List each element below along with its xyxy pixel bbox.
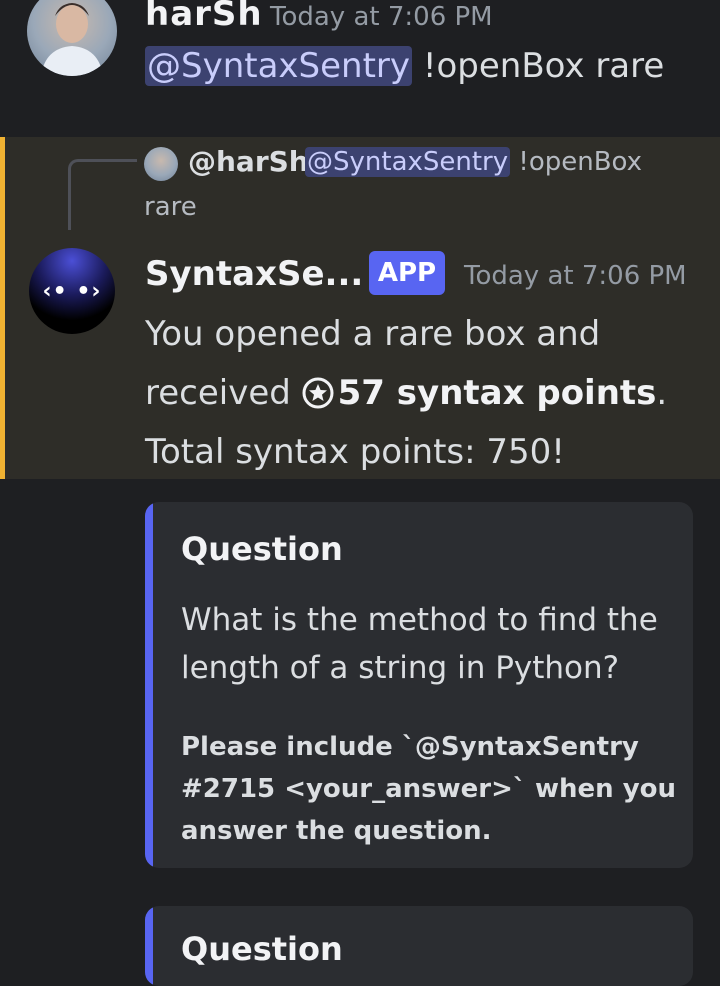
embed2-accent-bar [145, 906, 153, 986]
reply-command: !openBox [510, 147, 643, 177]
content-line-1: You opened a rare box and [145, 314, 601, 354]
reply-preview[interactable]: @SyntaxSentry !openBox [305, 147, 642, 177]
embed-accent-bar [145, 502, 153, 868]
bot-message-content: You opened a rare box and received 57 sy… [145, 305, 705, 482]
user-avatar[interactable] [27, 0, 117, 76]
embed-title: Question [181, 530, 343, 568]
bot-face-icon: ‹• •› [42, 278, 102, 304]
bot-username[interactable]: SyntaxSe... [145, 254, 363, 294]
avatar-portrait-icon [41, 3, 103, 76]
message-bot-highlighted: @harSh @SyntaxSentry !openBox rare ‹• •›… [0, 137, 720, 479]
bot-avatar[interactable]: ‹• •› [29, 248, 115, 334]
content-line-2: received 57 syntax points. [145, 364, 705, 423]
received-text: received [145, 373, 302, 413]
reply-preview-cont: rare [144, 192, 197, 222]
mention-syntaxsentry[interactable]: @SyntaxSentry [145, 46, 413, 86]
message-harsh: harSh Today at 7:06 PM @SyntaxSentry !op… [0, 0, 720, 120]
username[interactable]: harSh [145, 0, 263, 34]
message-content: @SyntaxSentry !openBox rare [145, 46, 664, 86]
highlight-bar [0, 137, 5, 479]
question-embed-2: Question [145, 906, 693, 986]
points-bold: 57 syntax points [337, 373, 657, 413]
star-emoji-icon [302, 377, 334, 409]
command-text: !openBox rare [412, 46, 665, 86]
reply-avatar[interactable] [144, 147, 178, 181]
reply-username[interactable]: @harSh [188, 145, 309, 178]
app-badge: APP [369, 251, 445, 295]
embed2-title: Question [181, 930, 343, 968]
question-embed: Question What is the method to find the … [145, 502, 693, 868]
period: . [656, 373, 668, 413]
bot-timestamp: Today at 7:06 PM [464, 261, 687, 291]
embed-instructions: Please include `@SyntaxSentry #2715 <you… [181, 732, 677, 846]
reply-connector [68, 159, 137, 230]
timestamp: Today at 7:06 PM [270, 2, 493, 32]
embed-description: What is the method to find the length of… [181, 602, 658, 686]
content-line-3: Total syntax points: 750! [145, 432, 565, 472]
reply-mention: @SyntaxSentry [305, 147, 511, 177]
